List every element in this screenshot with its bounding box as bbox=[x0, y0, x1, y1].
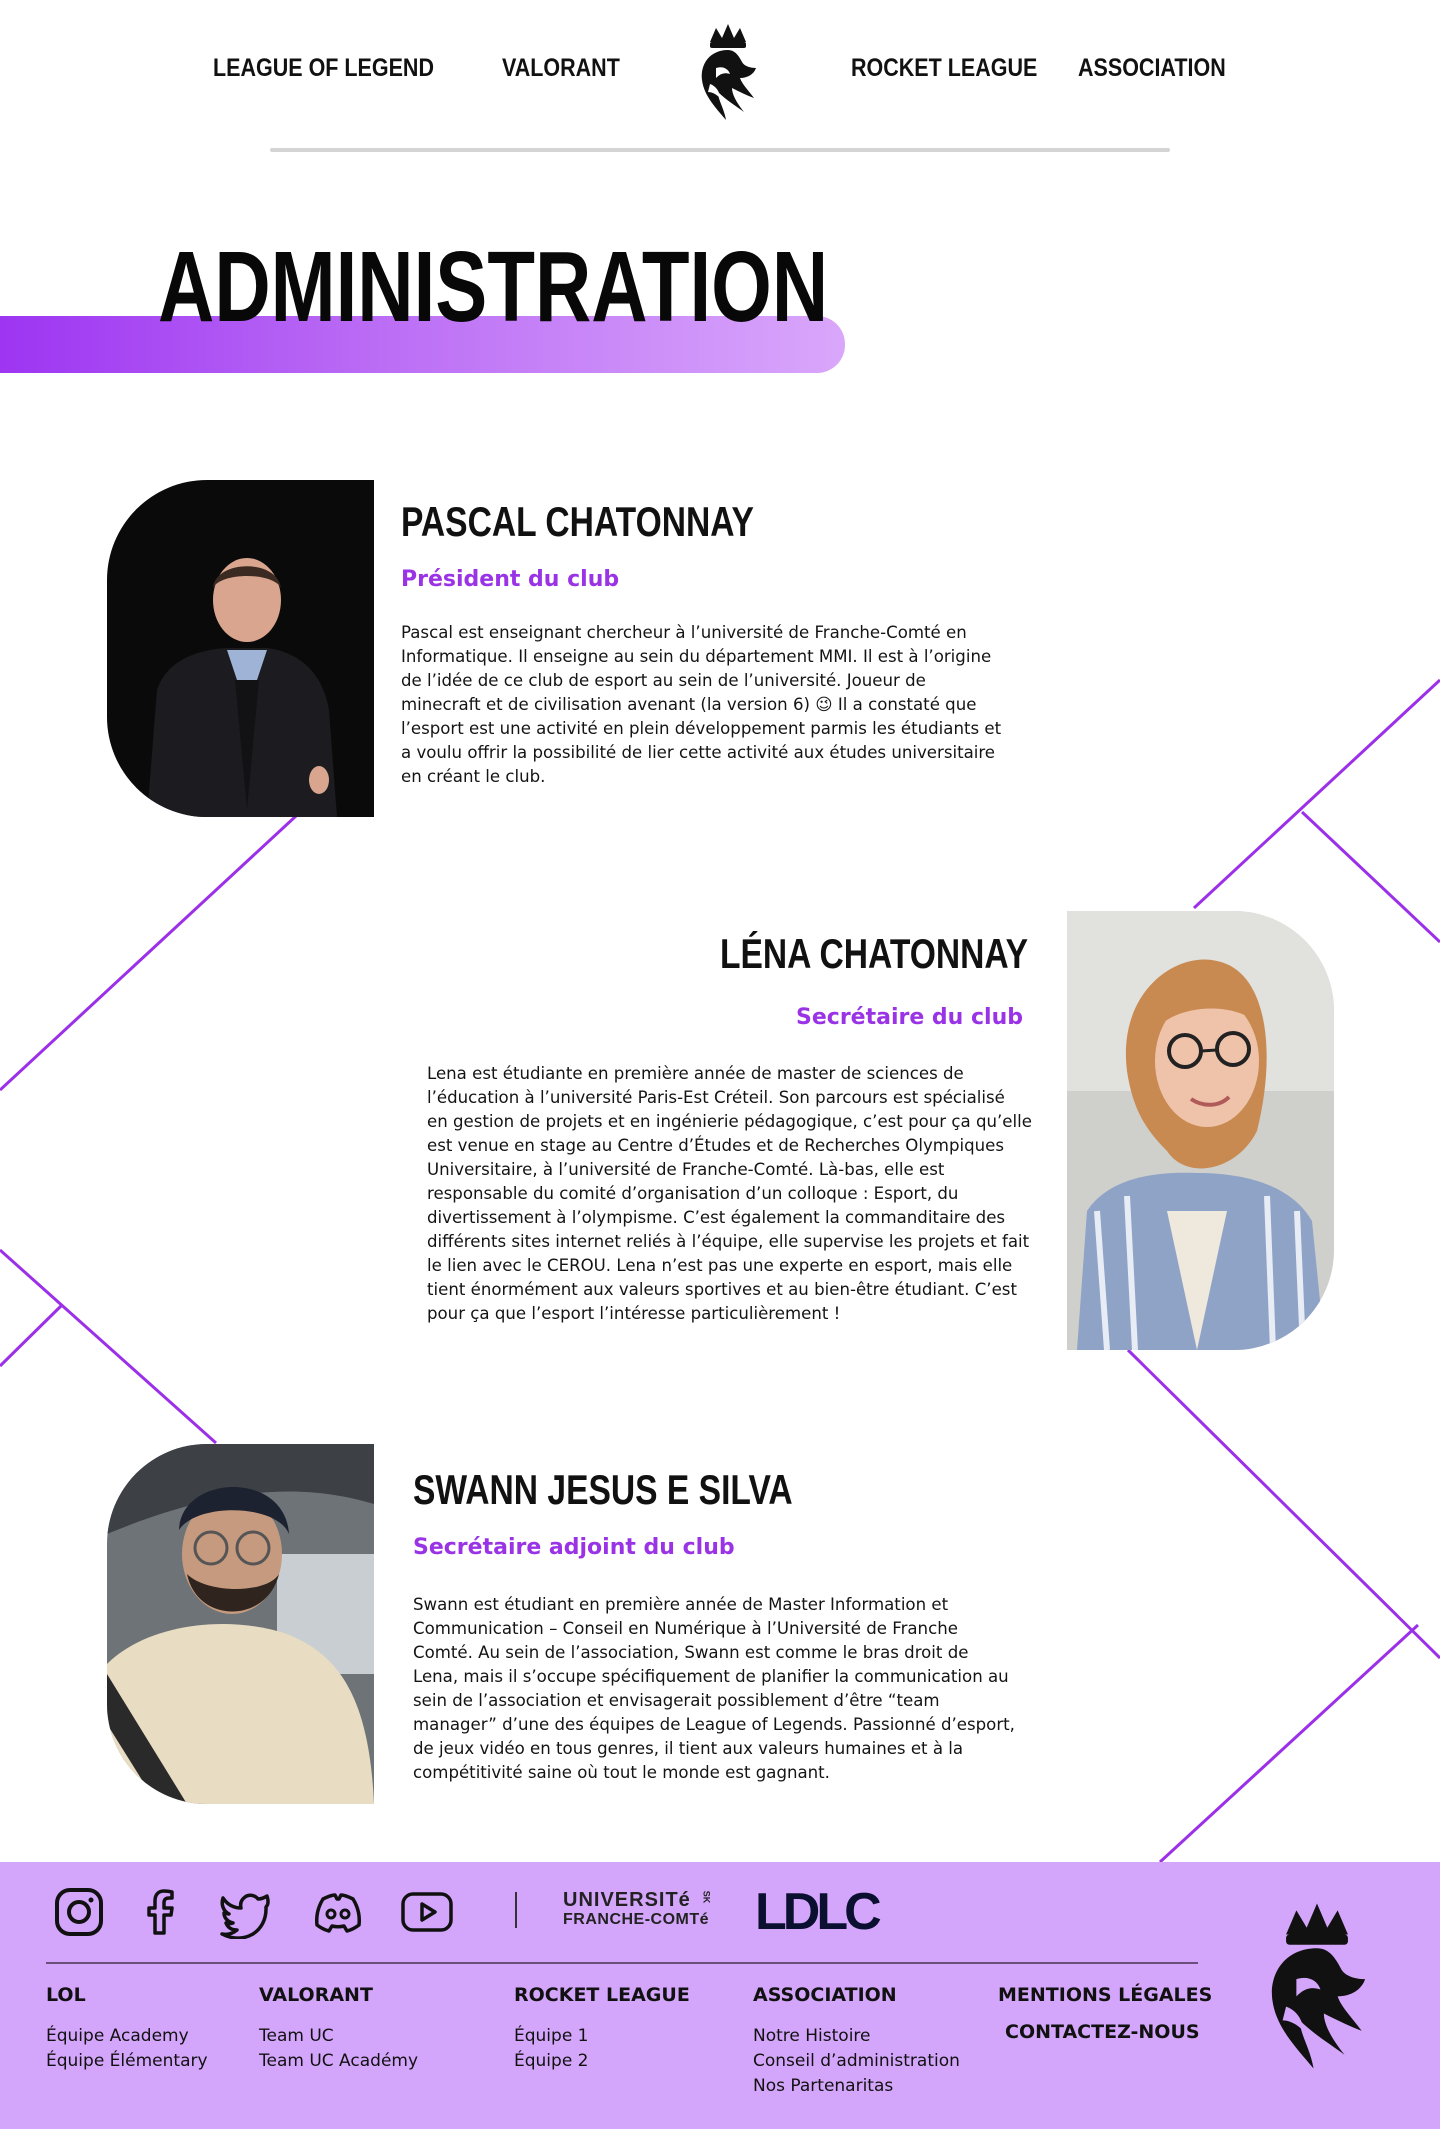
discord-icon[interactable] bbox=[311, 1885, 365, 1939]
instagram-icon[interactable] bbox=[52, 1885, 106, 1939]
member-role: Secrétaire adjoint du club bbox=[413, 1535, 735, 1560]
member-bio: Swann est étudiant en première année de … bbox=[413, 1595, 1015, 1782]
footer-link[interactable]: Notre Histoire bbox=[753, 2024, 871, 2049]
footer-link[interactable]: Équipe Academy bbox=[46, 2024, 189, 2049]
footer-link[interactable]: Team UC bbox=[259, 2024, 334, 2049]
footer-heading-rocket-league[interactable]: ROCKET LEAGUE bbox=[514, 1982, 690, 2008]
footer-link-contact[interactable]: CONTACTEZ-NOUS bbox=[1005, 2019, 1200, 2045]
twitter-icon[interactable] bbox=[218, 1885, 272, 1940]
member-bio: Lena est étudiante en première année de … bbox=[427, 1064, 1032, 1323]
footer-heading-association[interactable]: ASSOCIATION bbox=[753, 1982, 897, 2008]
lion-logo-icon bbox=[1262, 1900, 1372, 2072]
footer-separator bbox=[515, 1892, 517, 1928]
member-bio: Pascal est enseignant chercheur à l’univ… bbox=[401, 623, 1002, 786]
member-photo-pascal bbox=[107, 480, 374, 817]
member-name: PASCAL CHATONNAY bbox=[401, 498, 754, 545]
nav-link-rocket-league[interactable]: ROCKET LEAGUE bbox=[851, 54, 1037, 83]
ldlc-logo[interactable]: LDLC bbox=[755, 1884, 882, 1940]
footer-link[interactable]: Team UC Académy bbox=[259, 2049, 418, 2074]
footer-link[interactable]: Équipe Élémentary bbox=[46, 2049, 208, 2074]
footer-heading-valorant[interactable]: VALORANT bbox=[259, 1982, 373, 2008]
footer-link[interactable]: Équipe 1 bbox=[514, 2024, 589, 2049]
universite-franche-comte-logo[interactable]: UNIVERSITé FRANCHE-COMTé SK bbox=[563, 1890, 711, 1930]
footer-divider bbox=[46, 1962, 1198, 1964]
footer-link-mentions-legales[interactable]: MENTIONS LÉGALES bbox=[998, 1982, 1212, 2008]
footer-link[interactable]: Conseil d’administration bbox=[753, 2049, 960, 2074]
member-photo-swann bbox=[107, 1444, 374, 1804]
member-role: Président du club bbox=[401, 567, 620, 592]
footer-link[interactable]: Équipe 2 bbox=[514, 2049, 589, 2074]
youtube-icon[interactable] bbox=[400, 1885, 454, 1939]
footer-heading-lol[interactable]: LOL bbox=[46, 1982, 86, 2008]
footer bbox=[0, 1862, 1440, 2129]
footer-link[interactable]: Nos Partenaritas bbox=[753, 2074, 893, 2099]
page-title: ADMINISTRATION bbox=[158, 231, 829, 343]
nav-link-league-of-legend[interactable]: LEAGUE OF LEGEND bbox=[213, 54, 434, 83]
nav-link-valorant[interactable]: VALORANT bbox=[502, 54, 620, 83]
nav-link-association[interactable]: ASSOCIATION bbox=[1078, 54, 1226, 83]
member-photo-lena bbox=[1067, 911, 1334, 1350]
facebook-icon[interactable] bbox=[134, 1885, 188, 1939]
member-name: SWANN JESUS E SILVA bbox=[413, 1466, 793, 1513]
header-divider bbox=[270, 148, 1170, 152]
lion-logo-icon[interactable] bbox=[696, 22, 760, 122]
